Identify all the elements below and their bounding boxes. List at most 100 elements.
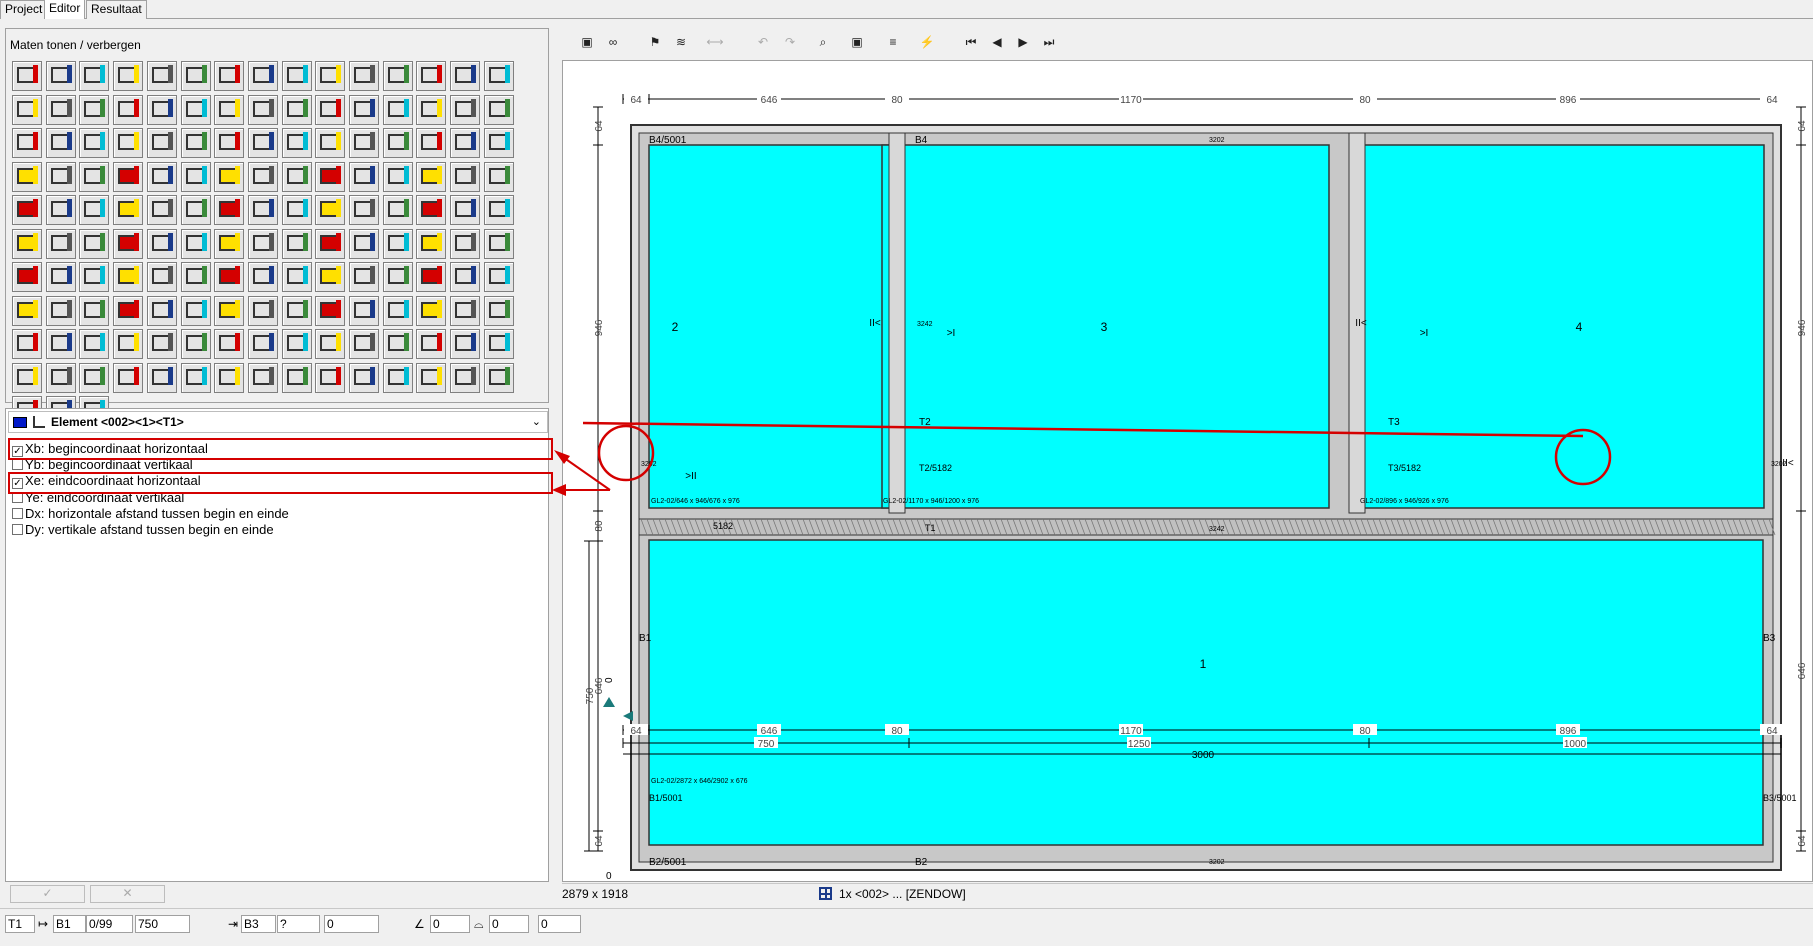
dimension-tool-button[interactable] <box>450 329 480 359</box>
dimension-tool-button[interactable] <box>12 229 42 259</box>
dimension-tool-button[interactable] <box>46 195 76 225</box>
dimension-tool-button[interactable] <box>113 162 143 192</box>
dimension-tool-button[interactable] <box>79 128 109 158</box>
dimension-tool-button[interactable] <box>214 128 244 158</box>
dimension-tool-button[interactable] <box>214 229 244 259</box>
last-icon[interactable]: ⏭ <box>1039 32 1059 52</box>
dimension-tool-button[interactable] <box>214 296 244 326</box>
dimension-tool-button[interactable] <box>416 229 446 259</box>
option-checkbox[interactable] <box>12 459 23 471</box>
dimension-tool-button[interactable] <box>147 95 177 125</box>
dimension-tool-button[interactable] <box>113 329 143 359</box>
dimension-tool-button[interactable] <box>484 363 514 393</box>
dimension-tool-button[interactable] <box>12 329 42 359</box>
dimension-tool-button[interactable] <box>416 95 446 125</box>
dimension-tool-button[interactable] <box>248 95 278 125</box>
dimension-tool-button[interactable] <box>147 162 177 192</box>
dimension-tool-button[interactable] <box>46 162 76 192</box>
dimension-tool-button[interactable] <box>248 229 278 259</box>
dimension-tool-button[interactable] <box>349 61 379 91</box>
dimension-tool-button[interactable] <box>450 195 480 225</box>
redo-icon[interactable]: ↷ <box>780 32 800 52</box>
dimension-tool-button[interactable] <box>416 296 446 326</box>
dimension-tool-button[interactable] <box>46 262 76 292</box>
dimension-tool-button[interactable] <box>248 329 278 359</box>
dimension-tool-button[interactable] <box>416 61 446 91</box>
dimension-tool-button[interactable] <box>282 195 312 225</box>
undo-icon[interactable]: ↶ <box>753 32 773 52</box>
dimension-tool-button[interactable] <box>147 296 177 326</box>
dimension-tool-button[interactable] <box>248 162 278 192</box>
dimension-tool-button[interactable] <box>450 162 480 192</box>
dimension-tool-button[interactable] <box>282 296 312 326</box>
dimension-tool-button[interactable] <box>79 296 109 326</box>
dimension-tool-button[interactable] <box>484 296 514 326</box>
dimension-tool-button[interactable] <box>46 95 76 125</box>
dimension-tool-button[interactable] <box>214 195 244 225</box>
dimension-tool-button[interactable] <box>181 329 211 359</box>
dimension-tool-button[interactable] <box>79 329 109 359</box>
next-icon[interactable]: ▶ <box>1013 32 1033 52</box>
lightning-icon[interactable]: ⚡ <box>917 32 937 52</box>
dimension-tool-button[interactable] <box>282 229 312 259</box>
dimension-tool-button[interactable] <box>349 329 379 359</box>
dimension-tool-button[interactable] <box>484 95 514 125</box>
dimension-tool-button[interactable] <box>349 296 379 326</box>
dimension-tool-button[interactable] <box>484 195 514 225</box>
dimension-tool-button[interactable] <box>12 95 42 125</box>
dimension-tool-button[interactable] <box>147 61 177 91</box>
zoom-icon[interactable]: ⌕ <box>813 32 833 52</box>
dimension-tool-button[interactable] <box>46 229 76 259</box>
begin-value-field[interactable]: 0/99 <box>86 915 133 933</box>
dimension-tool-button[interactable] <box>416 162 446 192</box>
dimension-tool-button[interactable] <box>349 229 379 259</box>
dimension-tool-button[interactable] <box>147 329 177 359</box>
option-checkbox[interactable] <box>12 507 23 519</box>
begin-number-field[interactable]: 750 <box>135 915 190 933</box>
end-value-field[interactable]: ? <box>277 915 320 933</box>
option-checkbox[interactable] <box>12 524 23 535</box>
dimension-tool-button[interactable] <box>450 296 480 326</box>
dimension-tool-button[interactable] <box>248 262 278 292</box>
dimension-tool-button[interactable] <box>450 262 480 292</box>
width-icon[interactable]: ⟷ <box>705 32 725 52</box>
dimension-option[interactable]: Dy: vertikale afstand tussen begin en ei… <box>12 522 274 537</box>
dimension-tool-button[interactable] <box>113 363 143 393</box>
frame-icon[interactable]: ▣ <box>577 32 597 52</box>
dimension-tool-button[interactable] <box>12 296 42 326</box>
begin-field[interactable]: B1 <box>53 915 86 933</box>
dimension-tool-button[interactable] <box>147 229 177 259</box>
dimension-tool-button[interactable] <box>383 61 413 91</box>
dimension-tool-button[interactable] <box>282 262 312 292</box>
dimension-tool-button[interactable] <box>383 128 413 158</box>
dimension-tool-button[interactable] <box>46 329 76 359</box>
dimension-tool-button[interactable] <box>214 363 244 393</box>
dimension-tool-button[interactable] <box>248 296 278 326</box>
first-icon[interactable]: ⏮ <box>961 32 981 52</box>
dimension-tool-button[interactable] <box>315 95 345 125</box>
glasses-icon[interactable]: ∞ <box>603 32 623 52</box>
dimension-tool-button[interactable] <box>383 229 413 259</box>
dimension-tool-button[interactable] <box>12 262 42 292</box>
select-icon[interactable]: ▣ <box>847 32 867 52</box>
dimension-tool-button[interactable] <box>12 195 42 225</box>
dimension-tool-button[interactable] <box>484 61 514 91</box>
dimension-tool-button[interactable] <box>46 296 76 326</box>
extra-field[interactable]: 0 <box>538 915 581 933</box>
dimension-tool-button[interactable] <box>181 162 211 192</box>
dimension-tool-button[interactable] <box>282 162 312 192</box>
dimension-tool-button[interactable] <box>79 262 109 292</box>
dimension-tool-button[interactable] <box>484 128 514 158</box>
end-field[interactable]: B3 <box>241 915 276 933</box>
cancel-button[interactable]: ✕ <box>90 885 165 903</box>
dimension-tool-button[interactable] <box>484 162 514 192</box>
dimension-tool-button[interactable] <box>113 95 143 125</box>
dimension-tool-button[interactable] <box>214 329 244 359</box>
dimension-tool-button[interactable] <box>484 229 514 259</box>
dimension-tool-button[interactable] <box>181 363 211 393</box>
confirm-button[interactable]: ✓ <box>10 885 85 903</box>
dimension-tool-button[interactable] <box>315 162 345 192</box>
dimension-tool-button[interactable] <box>214 162 244 192</box>
dimension-tool-button[interactable] <box>147 128 177 158</box>
dimension-tool-button[interactable] <box>349 262 379 292</box>
